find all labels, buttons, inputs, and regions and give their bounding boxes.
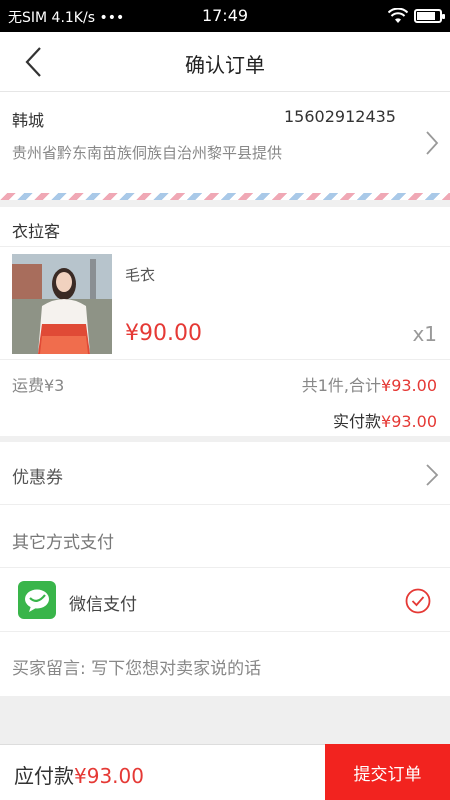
freight-fee: 运费¥3 xyxy=(12,376,65,395)
background-fill xyxy=(0,696,450,744)
shop-header: 衣拉客 xyxy=(0,207,450,247)
paid-line: 实付款¥93.00 xyxy=(333,408,437,432)
wechat-pay-label: 微信支付 xyxy=(69,595,137,615)
buyer-message-text: 买家留言: 写下您想对卖家说的话 xyxy=(12,659,262,679)
section-gap xyxy=(0,200,450,207)
airmail-stripe-divider xyxy=(0,193,450,200)
page-title: 确认订单 xyxy=(185,53,265,77)
product-name: 毛衣 xyxy=(125,266,156,284)
total-line: 共1件,合计¥93.00 xyxy=(302,372,437,396)
paid-prefix: 实付款 xyxy=(333,412,382,431)
product-price: ¥90.00 xyxy=(125,321,202,346)
address-detail: 贵州省黔东南苗族侗族自治州黎平县提供 xyxy=(12,144,283,162)
recipient-name: 韩城 xyxy=(12,111,45,130)
payable-line: 应付款¥93.00 xyxy=(14,760,144,789)
submit-order-button[interactable]: 提交订单 xyxy=(325,744,450,800)
battery-icon xyxy=(414,9,445,23)
navigation-bar: 确认订单 xyxy=(0,32,450,92)
shop-name: 衣拉客 xyxy=(12,222,61,241)
total-prefix: 共1件,合计 xyxy=(301,376,382,395)
chevron-right-icon xyxy=(426,464,439,486)
wechat-icon xyxy=(18,581,56,619)
product-image xyxy=(12,254,112,354)
status-icons xyxy=(388,6,445,26)
shipping-address[interactable]: 韩城 15602912435 贵州省黔东南苗族侗族自治州黎平县提供 xyxy=(0,93,450,193)
total-amount: ¥93.00 xyxy=(381,376,437,395)
order-summary: 运费¥3 共1件,合计¥93.00 实付款¥93.00 xyxy=(0,361,450,436)
status-time: 17:49 xyxy=(201,6,249,25)
recipient-phone: 15602912435 xyxy=(284,107,396,126)
payable-prefix: 应付款 xyxy=(14,764,74,788)
product-quantity: x1 xyxy=(412,322,437,346)
coupon-label: 优惠券 xyxy=(12,468,63,488)
payable-amount: ¥93.00 xyxy=(74,764,144,788)
product-item[interactable]: 毛衣 ¥90.00 x1 xyxy=(0,248,450,360)
buyer-message-field[interactable]: 买家留言: 写下您想对卖家说的话 xyxy=(0,633,450,696)
paid-amount: ¥93.00 xyxy=(381,412,437,431)
status-bar: 无SIM 4.1K/s ••• 17:49 xyxy=(0,0,450,32)
wechat-pay-option[interactable]: 微信支付 xyxy=(0,569,450,632)
bottom-bar: 应付款¥93.00 提交订单 xyxy=(0,744,450,800)
other-payment-label: 其它方式支付 xyxy=(12,533,114,553)
selected-check-icon[interactable] xyxy=(405,588,431,614)
other-payment-header: 其它方式支付 xyxy=(0,506,450,568)
wifi-icon xyxy=(388,8,408,23)
chevron-right-icon xyxy=(426,131,439,155)
coupon-row[interactable]: 优惠券 xyxy=(0,442,450,505)
